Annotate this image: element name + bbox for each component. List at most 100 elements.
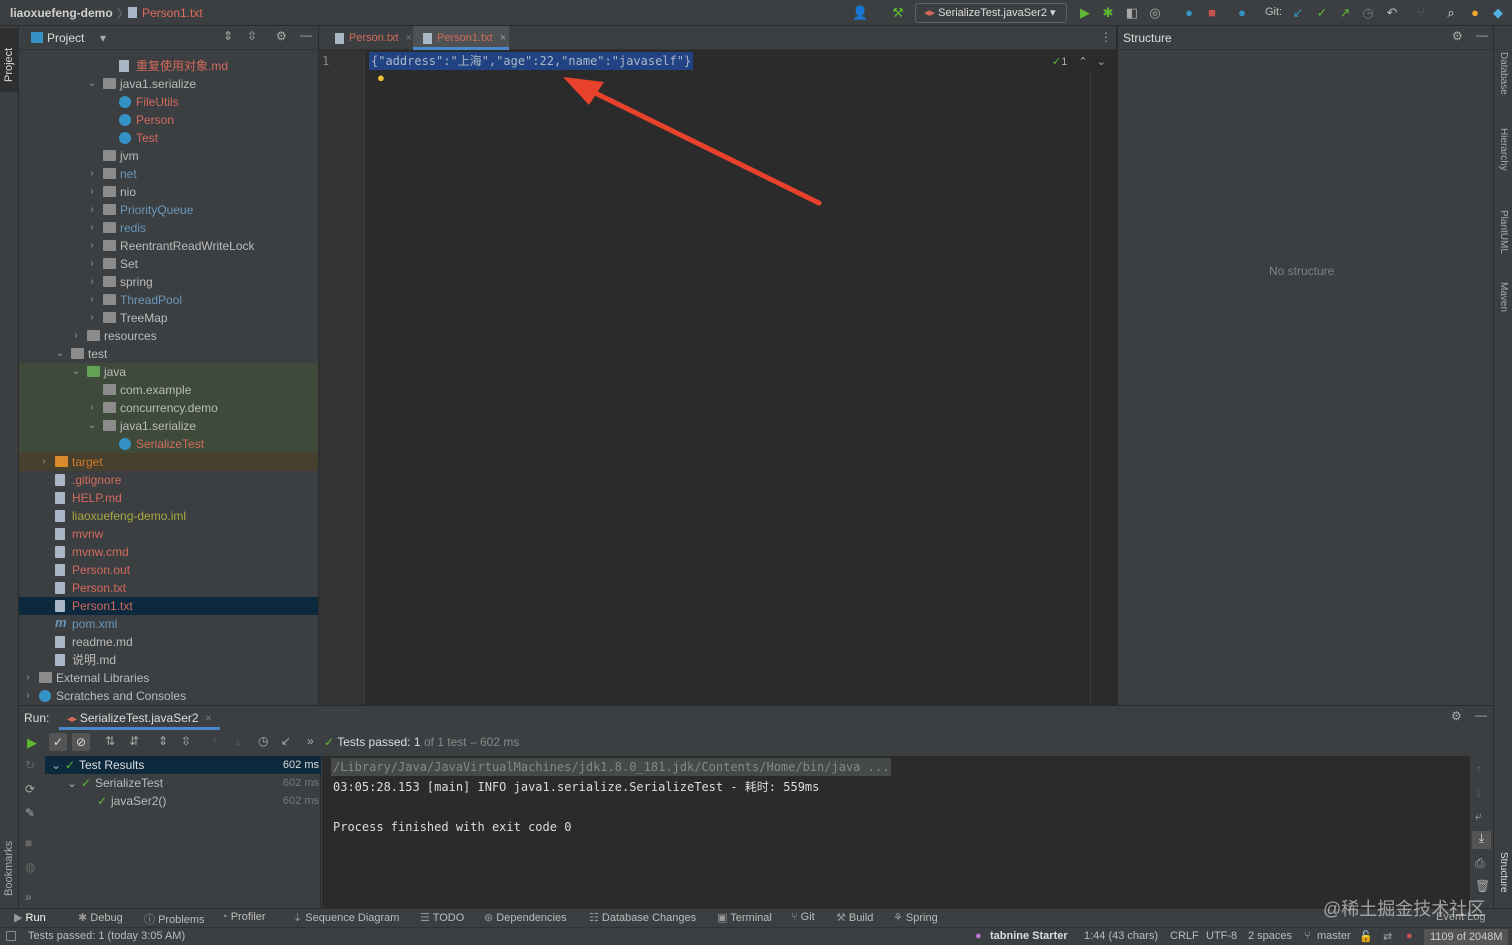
error-icon[interactable]: ●: [1406, 930, 1413, 942]
tool-tab-problems[interactable]: ⓘ Problems: [144, 911, 205, 927]
file-encoding[interactable]: UTF-8: [1206, 930, 1237, 942]
sort-alpha-icon[interactable]: ⇅: [105, 734, 115, 748]
tree-item[interactable]: Person1.txt: [19, 597, 318, 615]
collapse-all-icon[interactable]: ⇳: [181, 734, 191, 748]
database-tool-label[interactable]: Database: [1498, 52, 1509, 95]
coverage-icon[interactable]: ◧: [1124, 5, 1140, 21]
more-icon[interactable]: »: [307, 734, 314, 748]
tree-item[interactable]: com.example: [19, 381, 318, 399]
tree-item[interactable]: ⌄ test: [19, 345, 318, 363]
tree-item[interactable]: › Scratches and Consoles: [19, 687, 318, 705]
trash-icon[interactable]: 🗑: [1475, 879, 1490, 893]
tool-tab-terminal[interactable]: ▣ Terminal: [717, 911, 772, 924]
import-tests-icon[interactable]: ↙: [281, 734, 291, 748]
expand-all-icon[interactable]: ⇕: [158, 734, 168, 748]
gear-icon[interactable]: ⚙: [1451, 709, 1462, 723]
chevron-right-icon[interactable]: ›: [87, 291, 97, 309]
chevron-down-icon[interactable]: ⌄: [55, 345, 65, 363]
tree-item[interactable]: Test: [19, 129, 318, 147]
tree-item[interactable]: › nio: [19, 183, 318, 201]
tree-item[interactable]: › Set: [19, 255, 318, 273]
memory-indicator[interactable]: 1109 of 2048M: [1424, 929, 1508, 945]
tree-item[interactable]: › redis: [19, 219, 318, 237]
more-options-icon[interactable]: ⋮: [1100, 30, 1112, 44]
help-blue-icon[interactable]: ●: [1234, 5, 1250, 21]
tool-tab-dependencies[interactable]: ⊛ Dependencies: [484, 911, 567, 924]
chevron-down-icon[interactable]: ⌄: [87, 417, 97, 435]
tool-tab-profiler[interactable]: ◔ Profiler: [221, 911, 266, 923]
sort-duration-icon[interactable]: ⇵: [129, 734, 139, 748]
minimize-icon[interactable]: —: [1475, 708, 1487, 722]
tree-item[interactable]: › ReentrantReadWriteLock: [19, 237, 318, 255]
chevron-right-icon[interactable]: ›: [87, 183, 97, 201]
close-icon[interactable]: ×: [406, 32, 412, 44]
caret-position[interactable]: 1:44 (43 chars): [1084, 930, 1158, 942]
show-passed-icon[interactable]: ✓: [49, 733, 67, 751]
profile-icon[interactable]: ◎: [1147, 5, 1163, 21]
search-icon[interactable]: ⌕: [1443, 5, 1459, 21]
git-branches-icon[interactable]: ⑂: [1413, 5, 1429, 21]
help-icon[interactable]: ●: [1181, 5, 1197, 21]
test-row[interactable]: ⌄ ✓ SerializeTest 602 ms: [67, 775, 319, 791]
stop-icon[interactable]: ■: [25, 836, 32, 850]
test-row[interactable]: ⌄ ✓ Test Results 602 ms: [51, 757, 319, 773]
update-icon[interactable]: ●: [1467, 5, 1483, 21]
tree-item[interactable]: › net: [19, 165, 318, 183]
chevron-right-icon[interactable]: ›: [87, 237, 97, 255]
chevron-right-icon[interactable]: ›: [71, 327, 81, 345]
toggle-auto-test-icon[interactable]: ⟳: [25, 782, 35, 796]
chevron-right-icon[interactable]: ›: [87, 219, 97, 237]
git-commit-icon[interactable]: ✓: [1314, 5, 1330, 21]
tree-item[interactable]: › PriorityQueue: [19, 201, 318, 219]
run-config-tab[interactable]: ◂▸ SerializeTest.javaSer2 ×: [59, 706, 220, 730]
chevron-right-icon[interactable]: ›: [87, 273, 97, 291]
arrow-up-icon[interactable]: ↑: [1476, 762, 1482, 776]
plantuml-tool-label[interactable]: PlantUML: [1498, 210, 1509, 254]
tab-person1-txt[interactable]: Person1.txt ×: [413, 26, 509, 50]
tree-item[interactable]: Person.txt: [19, 579, 318, 597]
line-separator[interactable]: CRLF: [1170, 930, 1199, 942]
tree-item[interactable]: readme.md: [19, 633, 318, 651]
lock-icon[interactable]: 🔓: [1359, 930, 1373, 943]
breadcrumb-file[interactable]: Person1.txt: [142, 6, 203, 20]
tree-item[interactable]: liaoxuefeng-demo.iml: [19, 507, 318, 525]
git-history-icon[interactable]: ◷: [1360, 5, 1376, 21]
tree-item[interactable]: m pom.xml: [19, 615, 318, 633]
soft-wrap-icon[interactable]: ⤶: [1475, 809, 1482, 824]
project-panel-title[interactable]: Project: [47, 31, 84, 45]
arrow-down-icon[interactable]: ↓: [1476, 785, 1482, 799]
prev-failed-icon[interactable]: ↑: [212, 734, 218, 748]
code-editor[interactable]: 1 {"address":"上海","age":22,"name":"javas…: [319, 50, 1116, 705]
tool-tab-sequence-diagram[interactable]: ⇣ Sequence Diagram: [293, 911, 399, 924]
tree-item[interactable]: SerializeTest: [19, 435, 318, 453]
tool-tab-run[interactable]: ▶ Run: [14, 911, 46, 924]
chevron-down-icon[interactable]: ⌄: [71, 363, 81, 381]
tree-item[interactable]: Person.out: [19, 561, 318, 579]
tree-item[interactable]: › TreeMap: [19, 309, 318, 327]
rerun-icon[interactable]: ▶: [27, 735, 37, 751]
chevron-right-icon[interactable]: ›: [87, 201, 97, 219]
chevron-right-icon[interactable]: ›: [87, 165, 97, 183]
history-icon[interactable]: ◷: [258, 734, 268, 748]
tool-tab-database-changes[interactable]: ☷ Database Changes: [589, 911, 696, 924]
minimize-icon[interactable]: —: [300, 28, 312, 42]
run-icon[interactable]: ▶: [1077, 5, 1093, 21]
console-output[interactable]: /Library/Java/JavaVirtualMachines/jdk1.8…: [322, 756, 1470, 909]
git-update-icon[interactable]: ↙: [1290, 5, 1306, 21]
project-tool-label[interactable]: Project: [3, 48, 15, 82]
tree-item[interactable]: mvnw.cmd: [19, 543, 318, 561]
tree-item[interactable]: › ThreadPool: [19, 291, 318, 309]
tree-item[interactable]: FileUtils: [19, 93, 318, 111]
tool-tab-todo[interactable]: ☰ TODO: [420, 911, 464, 924]
tree-item[interactable]: › concurrency.demo: [19, 399, 318, 417]
layout-icon[interactable]: [6, 931, 16, 941]
project-name[interactable]: liaoxuefeng-demo: [10, 6, 113, 20]
tree-item[interactable]: mvnw: [19, 525, 318, 543]
chevron-down-icon[interactable]: ▾: [100, 31, 106, 45]
minimize-icon[interactable]: —: [1476, 28, 1488, 42]
chevron-down-icon[interactable]: ⌄: [87, 75, 97, 93]
tool-tab-spring[interactable]: ⚘ Spring: [893, 911, 938, 924]
gear-icon[interactable]: ⚙: [1452, 29, 1463, 43]
tab-person-txt[interactable]: Person.txt ×: [325, 26, 417, 50]
tree-item[interactable]: › spring: [19, 273, 318, 291]
